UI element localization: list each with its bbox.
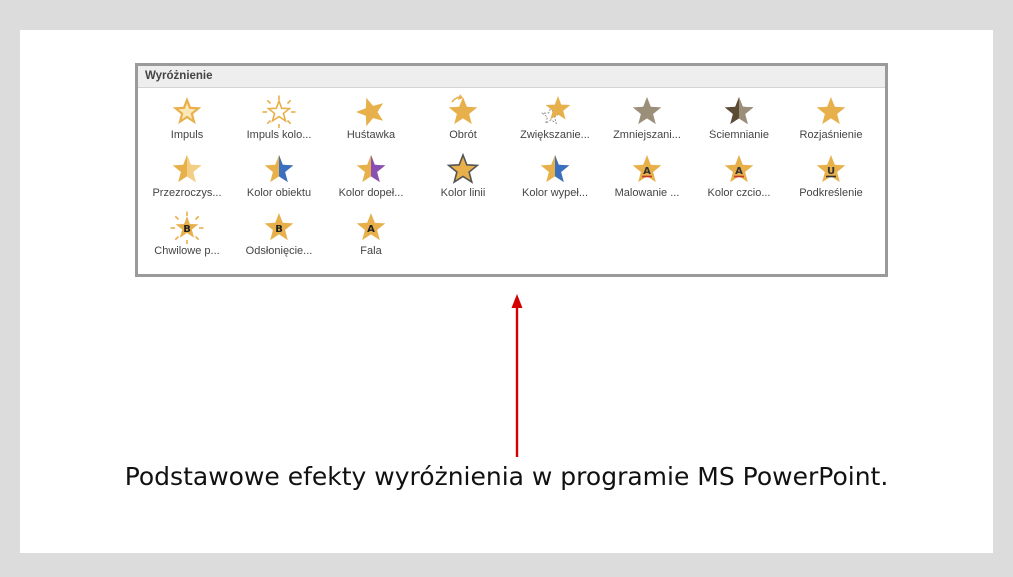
spin-star-icon <box>448 94 478 125</box>
svg-text:A: A <box>735 166 743 177</box>
effect-item[interactable]: Impuls kolo... <box>233 90 325 148</box>
effect-label: Impuls <box>170 129 204 141</box>
effect-item[interactable]: B Chwilowe p... <box>141 206 233 264</box>
complementary-color-star-icon <box>356 155 386 183</box>
svg-text:B: B <box>183 224 191 235</box>
font-color-star-icon: A <box>724 155 754 183</box>
slide: Wyróżnienie Impuls Impuls kolo... Huśtawka… <box>20 30 993 553</box>
effect-label: Malowanie ... <box>614 187 680 199</box>
effect-label: Zwiększanie... <box>520 129 590 141</box>
effect-label: Kolor wypeł... <box>521 187 589 199</box>
effect-label: Huśtawka <box>346 129 396 141</box>
effect-item[interactable]: Przezroczys... <box>141 148 233 206</box>
effects-grid: Impuls Impuls kolo... Huśtawka Obrót Zwiększ… <box>138 88 885 264</box>
bold-flash-star-icon: B <box>170 211 204 244</box>
grow-star-icon <box>541 96 571 125</box>
effect-label: Obrót <box>449 129 477 141</box>
effect-item[interactable]: Rozjaśnienie <box>785 90 877 148</box>
object-color-star-icon <box>264 155 294 183</box>
effect-item[interactable]: A Malowanie ... <box>601 148 693 206</box>
effect-label: Kolor linii <box>440 187 486 199</box>
effect-label: Kolor czcio... <box>707 187 771 199</box>
transparency-star-icon <box>172 155 202 183</box>
effect-item[interactable]: Kolor dopeł... <box>325 148 417 206</box>
teeter-star-icon <box>355 97 384 127</box>
effect-item[interactable]: Kolor linii <box>417 148 509 206</box>
effect-label: Zmniejszani... <box>613 129 681 141</box>
effect-label: Podkreślenie <box>799 187 863 199</box>
line-color-star-icon <box>446 152 480 184</box>
svg-text:A: A <box>643 166 651 177</box>
effect-item[interactable]: B Odsłonięcie... <box>233 206 325 264</box>
svg-text:U: U <box>827 166 835 177</box>
underline-star-icon: U <box>816 155 846 183</box>
color-pulse-star-icon <box>262 95 296 128</box>
svg-text:A: A <box>367 224 375 235</box>
effect-item[interactable]: A Fala <box>325 206 417 264</box>
effect-label: Odsłonięcie... <box>245 245 313 257</box>
effect-item[interactable]: A Kolor czcio... <box>693 148 785 206</box>
effect-item[interactable]: Huśtawka <box>325 90 417 148</box>
brush-color-star-icon: A <box>632 155 662 183</box>
effect-label: Rozjaśnienie <box>799 129 863 141</box>
effect-item[interactable]: Obrót <box>417 90 509 148</box>
effect-item[interactable]: Impuls <box>141 90 233 148</box>
effect-label: Przezroczys... <box>152 187 222 199</box>
effect-label: Impuls kolo... <box>246 129 312 141</box>
pulse-star-icon <box>172 97 202 125</box>
effect-label: Fala <box>360 245 382 257</box>
effect-label: Chwilowe p... <box>154 245 220 257</box>
effect-label: Kolor dopeł... <box>338 187 404 199</box>
darken-star-icon <box>724 97 754 125</box>
svg-text:B: B <box>275 224 283 235</box>
effect-label: Ściemnianie <box>709 129 769 141</box>
red-arrow-icon <box>511 294 523 457</box>
effect-item[interactable]: Zmniejszani... <box>601 90 693 148</box>
lighten-star-icon <box>816 97 846 125</box>
gallery-header: Wyróżnienie <box>138 66 885 88</box>
effect-item[interactable]: Zwiększanie... <box>509 90 601 148</box>
effect-item[interactable]: Kolor obiektu <box>233 148 325 206</box>
slide-caption: Podstawowe efekty wyróżnienia w programi… <box>124 462 889 491</box>
emphasis-effects-gallery: Wyróżnienie Impuls Impuls kolo... Huśtawka… <box>135 63 888 277</box>
effect-item[interactable]: Ściemnianie <box>693 90 785 148</box>
wave-star-icon: A <box>356 213 386 241</box>
fill-color-star-icon <box>540 155 570 183</box>
effect-label: Kolor obiektu <box>246 187 312 199</box>
desaturate-star-icon <box>632 97 662 125</box>
effect-item[interactable]: Kolor wypeł... <box>509 148 601 206</box>
effect-item[interactable]: U Podkreślenie <box>785 148 877 206</box>
bold-reveal-star-icon: B <box>264 213 294 241</box>
